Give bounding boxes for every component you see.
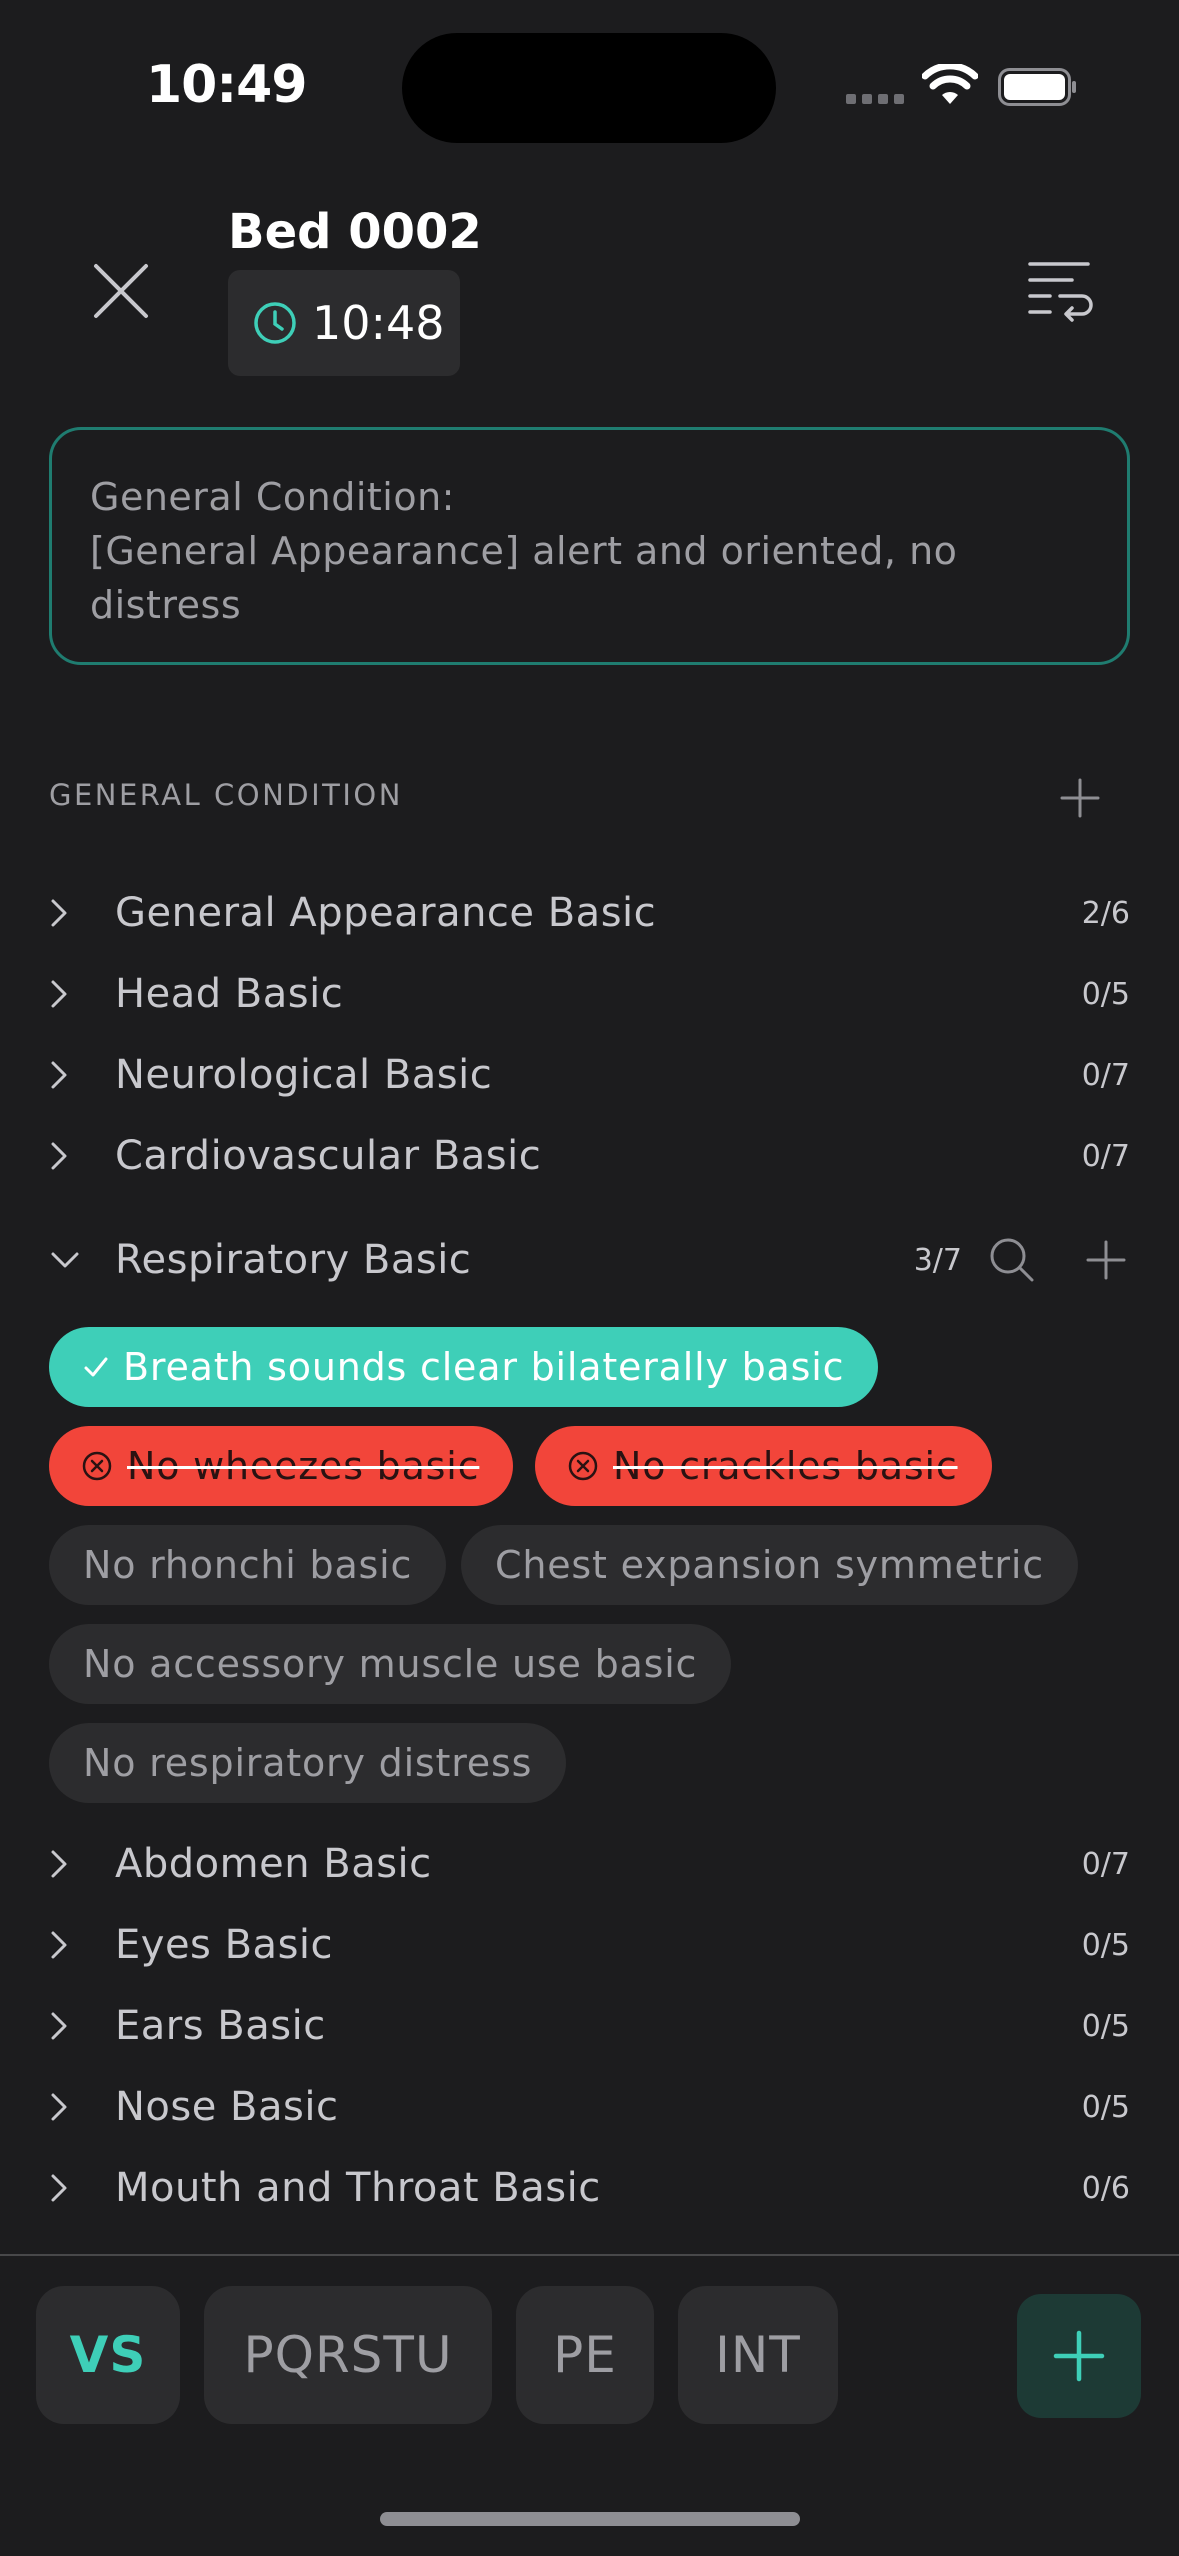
finding-chip-label: No accessory muscle use basic xyxy=(83,1642,698,1686)
category-row-general-appearance[interactable]: General Appearance Basic 2/6 xyxy=(49,883,1130,943)
category-row-respiratory[interactable]: Respiratory Basic 3/7 xyxy=(49,1230,1130,1290)
chevron-right-icon xyxy=(49,891,93,935)
finding-chip-label: No wheezes basic xyxy=(127,1444,480,1488)
summary-box[interactable]: General Condition: [General Appearance] … xyxy=(49,427,1130,665)
finding-chip-selected[interactable]: Breath sounds clear bilaterally basic xyxy=(49,1327,879,1407)
x-circle-icon xyxy=(567,1450,599,1482)
cellular-signal-icon xyxy=(846,94,904,104)
category-count: 2/6 xyxy=(1081,895,1130,931)
text-wrap-menu-icon[interactable] xyxy=(1026,256,1094,324)
bed-title: Bed 0002 xyxy=(228,204,482,260)
summary-heading: General Condition: xyxy=(90,475,455,519)
category-label: Cardiovascular Basic xyxy=(115,1133,542,1179)
clock-icon xyxy=(254,302,296,344)
category-label: Nose Basic xyxy=(115,2084,339,2130)
category-count: 0/5 xyxy=(1081,2008,1130,2044)
chevron-right-icon xyxy=(49,972,93,1016)
category-label: Respiratory Basic xyxy=(115,1237,472,1283)
finding-chip-label: Breath sounds clear bilaterally basic xyxy=(123,1345,845,1389)
category-count: 0/7 xyxy=(1081,1057,1130,1093)
bottom-divider xyxy=(0,2254,1179,2256)
chevron-right-icon xyxy=(49,1134,93,1178)
add-section-icon[interactable] xyxy=(1058,776,1102,820)
add-finding-icon[interactable] xyxy=(1082,1236,1130,1284)
home-indicator[interactable] xyxy=(380,2512,800,2526)
finding-chip-label: Chest expansion symmetric xyxy=(495,1543,1044,1587)
wifi-icon xyxy=(922,64,978,104)
category-row-nose[interactable]: Nose Basic 0/5 xyxy=(49,2077,1130,2137)
tab-vs[interactable]: VS xyxy=(36,2286,180,2424)
category-row-cardiovascular[interactable]: Cardiovascular Basic 0/7 xyxy=(49,1126,1130,1186)
checkmark-icon xyxy=(83,1354,109,1380)
chevron-down-icon xyxy=(49,1238,93,1282)
finding-chip-label: No respiratory distress xyxy=(83,1741,533,1785)
category-count: 0/7 xyxy=(1081,1138,1130,1174)
category-label: Head Basic xyxy=(115,971,344,1017)
category-row-head[interactable]: Head Basic 0/5 xyxy=(49,964,1130,1024)
category-row-mouth-throat[interactable]: Mouth and Throat Basic 0/6 xyxy=(49,2158,1130,2218)
finding-chip[interactable]: No accessory muscle use basic xyxy=(49,1624,732,1704)
category-count: 0/7 xyxy=(1081,1846,1130,1882)
finding-chip-label: No crackles basic xyxy=(613,1444,958,1488)
finding-chip-excluded[interactable]: No crackles basic xyxy=(535,1426,992,1506)
time-chip-label: 10:48 xyxy=(312,296,445,350)
category-label: Ears Basic xyxy=(115,2003,326,2049)
chevron-right-icon xyxy=(49,1923,93,1967)
category-label: General Appearance Basic xyxy=(115,890,657,936)
chevron-right-icon xyxy=(49,2004,93,2048)
finding-chip-excluded[interactable]: No wheezes basic xyxy=(49,1426,514,1506)
category-count: 0/5 xyxy=(1081,1927,1130,1963)
close-icon[interactable] xyxy=(90,260,152,322)
plus-icon xyxy=(1053,2330,1105,2382)
battery-icon xyxy=(998,68,1076,106)
tab-int[interactable]: INT xyxy=(678,2286,838,2424)
time-chip[interactable]: 10:48 xyxy=(228,270,460,376)
status-time: 10:49 xyxy=(146,55,308,115)
chevron-right-icon xyxy=(49,2085,93,2129)
finding-chip[interactable]: No respiratory distress xyxy=(49,1723,567,1803)
finding-chip[interactable]: No rhonchi basic xyxy=(49,1525,447,1605)
x-circle-icon xyxy=(81,1450,113,1482)
search-icon[interactable] xyxy=(988,1236,1036,1284)
category-count: 0/5 xyxy=(1081,976,1130,1012)
category-label: Eyes Basic xyxy=(115,1922,334,1968)
category-row-eyes[interactable]: Eyes Basic 0/5 xyxy=(49,1915,1130,1975)
tab-pe[interactable]: PE xyxy=(516,2286,654,2424)
chevron-right-icon xyxy=(49,1053,93,1097)
add-button[interactable] xyxy=(1017,2294,1141,2418)
dynamic-island xyxy=(402,33,776,143)
category-row-abdomen[interactable]: Abdomen Basic 0/7 xyxy=(49,1834,1130,1894)
finding-chip-label: No rhonchi basic xyxy=(83,1543,413,1587)
category-label: Mouth and Throat Basic xyxy=(115,2165,601,2211)
category-count: 0/5 xyxy=(1081,2089,1130,2125)
tab-pqrstu[interactable]: PQRSTU xyxy=(204,2286,492,2424)
category-row-neurological[interactable]: Neurological Basic 0/7 xyxy=(49,1045,1130,1105)
finding-chip[interactable]: Chest expansion symmetric xyxy=(461,1525,1078,1605)
category-row-ears[interactable]: Ears Basic 0/5 xyxy=(49,1996,1130,2056)
chevron-right-icon xyxy=(49,1842,93,1886)
category-count: 3/7 xyxy=(913,1242,962,1278)
chevron-right-icon xyxy=(49,2166,93,2210)
category-count: 0/6 xyxy=(1081,2170,1130,2206)
category-label: Neurological Basic xyxy=(115,1052,493,1098)
section-title: GENERAL CONDITION xyxy=(49,778,403,812)
category-label: Abdomen Basic xyxy=(115,1841,432,1887)
summary-text: [General Appearance] alert and oriented,… xyxy=(90,529,958,627)
